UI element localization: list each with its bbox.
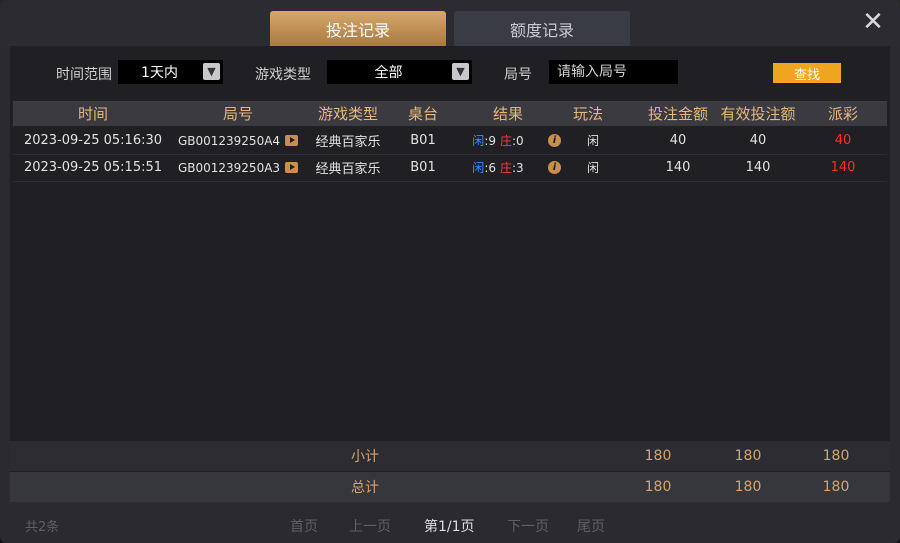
total-row: 总计 180 180 180 bbox=[10, 472, 890, 502]
banker-label: 庄 bbox=[500, 134, 513, 148]
col-play: 玩法 bbox=[572, 105, 603, 123]
play-icon[interactable] bbox=[285, 135, 299, 146]
bet-records-dialog: 投注记录 额度记录 ✕ 时间范围 1天内 ▼ 游戏类型 全部 ▼ 局号 查找 时… bbox=[0, 0, 900, 543]
player-label: 闲 bbox=[472, 161, 485, 175]
row-round: GB001239250A4 bbox=[173, 127, 303, 154]
round-input[interactable] bbox=[549, 60, 678, 84]
row-payout: 40 bbox=[834, 133, 852, 148]
player-score: :9 bbox=[484, 133, 496, 148]
round-id: GB001239250A3 bbox=[177, 160, 281, 175]
row-game-type: 经典百家乐 bbox=[315, 162, 381, 177]
player-label: 闲 bbox=[472, 134, 485, 148]
row-table: B01 bbox=[410, 133, 436, 148]
banker-label: 庄 bbox=[500, 161, 513, 175]
close-icon[interactable]: ✕ bbox=[860, 9, 886, 36]
row-time: 2023-09-25 05:16:30 bbox=[23, 133, 163, 148]
round-id: GB001239250A4 bbox=[177, 133, 281, 148]
time-range-label: 时间范围 bbox=[56, 67, 112, 83]
table-row[interactable]: 2023-09-25 05:16:30 GB001239250A4 经典百家乐 … bbox=[13, 127, 887, 155]
pagination-bar: 共2条 首页 上一页 第1/1页 下一页 尾页 bbox=[0, 503, 900, 543]
subtotal-bet: 180 bbox=[644, 448, 672, 464]
tab-credit-records[interactable]: 额度记录 bbox=[454, 11, 630, 46]
subtotal-payout: 180 bbox=[822, 448, 850, 464]
col-result: 结果 bbox=[492, 105, 523, 123]
banker-score: :0 bbox=[512, 133, 524, 148]
row-game-type: 经典百家乐 bbox=[315, 135, 381, 150]
time-range-value: 1天内 bbox=[141, 65, 178, 81]
chevron-down-icon[interactable]: ▼ bbox=[452, 63, 469, 80]
row-result: 闲:9 庄:0 bbox=[453, 127, 543, 154]
chevron-down-icon[interactable]: ▼ bbox=[203, 63, 220, 80]
row-play: 闲 bbox=[586, 134, 599, 148]
search-button[interactable]: 查找 bbox=[773, 63, 841, 83]
row-round: GB001239250A3 bbox=[173, 154, 303, 181]
total-bet: 180 bbox=[644, 479, 672, 495]
total-label: 总计 bbox=[351, 480, 379, 496]
total-payout: 180 bbox=[822, 479, 850, 495]
last-page-link[interactable]: 尾页 bbox=[577, 516, 605, 536]
col-round: 局号 bbox=[222, 105, 253, 123]
game-type-select[interactable]: 全部 ▼ bbox=[327, 60, 472, 84]
subtotal-valid-bet: 180 bbox=[734, 448, 762, 464]
current-page: 第1/1页 bbox=[424, 519, 475, 535]
row-valid-bet: 40 bbox=[749, 133, 767, 148]
col-payout: 派彩 bbox=[827, 105, 858, 123]
col-game-type: 游戏类型 bbox=[317, 105, 378, 123]
row-play: 闲 bbox=[586, 161, 599, 175]
row-bet: 40 bbox=[669, 133, 687, 148]
game-type-value: 全部 bbox=[374, 65, 403, 81]
row-table: B01 bbox=[410, 160, 436, 175]
info-icon[interactable]: i bbox=[548, 161, 561, 174]
subtotal-row: 小计 180 180 180 bbox=[10, 441, 890, 471]
col-table: 桌台 bbox=[407, 105, 438, 123]
record-count: 共2条 bbox=[25, 520, 60, 535]
row-result: 闲:6 庄:3 bbox=[453, 154, 543, 181]
tab-bet-records[interactable]: 投注记录 bbox=[270, 11, 446, 46]
play-icon[interactable] bbox=[285, 162, 299, 173]
player-score: :6 bbox=[484, 160, 496, 175]
table-header: 时间 局号 游戏类型 桌台 结果 玩法 投注金额 有效投注额 派彩 bbox=[13, 101, 887, 126]
info-icon[interactable]: i bbox=[548, 134, 561, 147]
table-row[interactable]: 2023-09-25 05:15:51 GB001239250A3 经典百家乐 … bbox=[13, 154, 887, 182]
filter-bar: 时间范围 1天内 ▼ 游戏类型 全部 ▼ 局号 查找 bbox=[10, 60, 890, 86]
first-page-link[interactable]: 首页 bbox=[290, 516, 318, 536]
banker-score: :3 bbox=[512, 160, 524, 175]
row-payout: 140 bbox=[830, 160, 856, 175]
row-valid-bet: 140 bbox=[745, 160, 771, 175]
col-time: 时间 bbox=[77, 105, 108, 123]
time-range-select[interactable]: 1天内 ▼ bbox=[118, 60, 223, 84]
subtotal-label: 小计 bbox=[351, 449, 379, 465]
total-valid-bet: 180 bbox=[734, 479, 762, 495]
col-bet: 投注金额 bbox=[647, 105, 708, 123]
row-time: 2023-09-25 05:15:51 bbox=[23, 160, 163, 175]
row-bet: 140 bbox=[665, 160, 691, 175]
prev-page-link[interactable]: 上一页 bbox=[349, 516, 391, 536]
next-page-link[interactable]: 下一页 bbox=[507, 516, 549, 536]
col-valid-bet: 有效投注额 bbox=[720, 105, 796, 123]
game-type-label: 游戏类型 bbox=[255, 67, 311, 83]
round-label: 局号 bbox=[504, 67, 532, 83]
records-panel: 时间范围 1天内 ▼ 游戏类型 全部 ▼ 局号 查找 时间 局号 游戏类型 桌台… bbox=[10, 46, 890, 502]
dialog-header bbox=[0, 0, 900, 46]
